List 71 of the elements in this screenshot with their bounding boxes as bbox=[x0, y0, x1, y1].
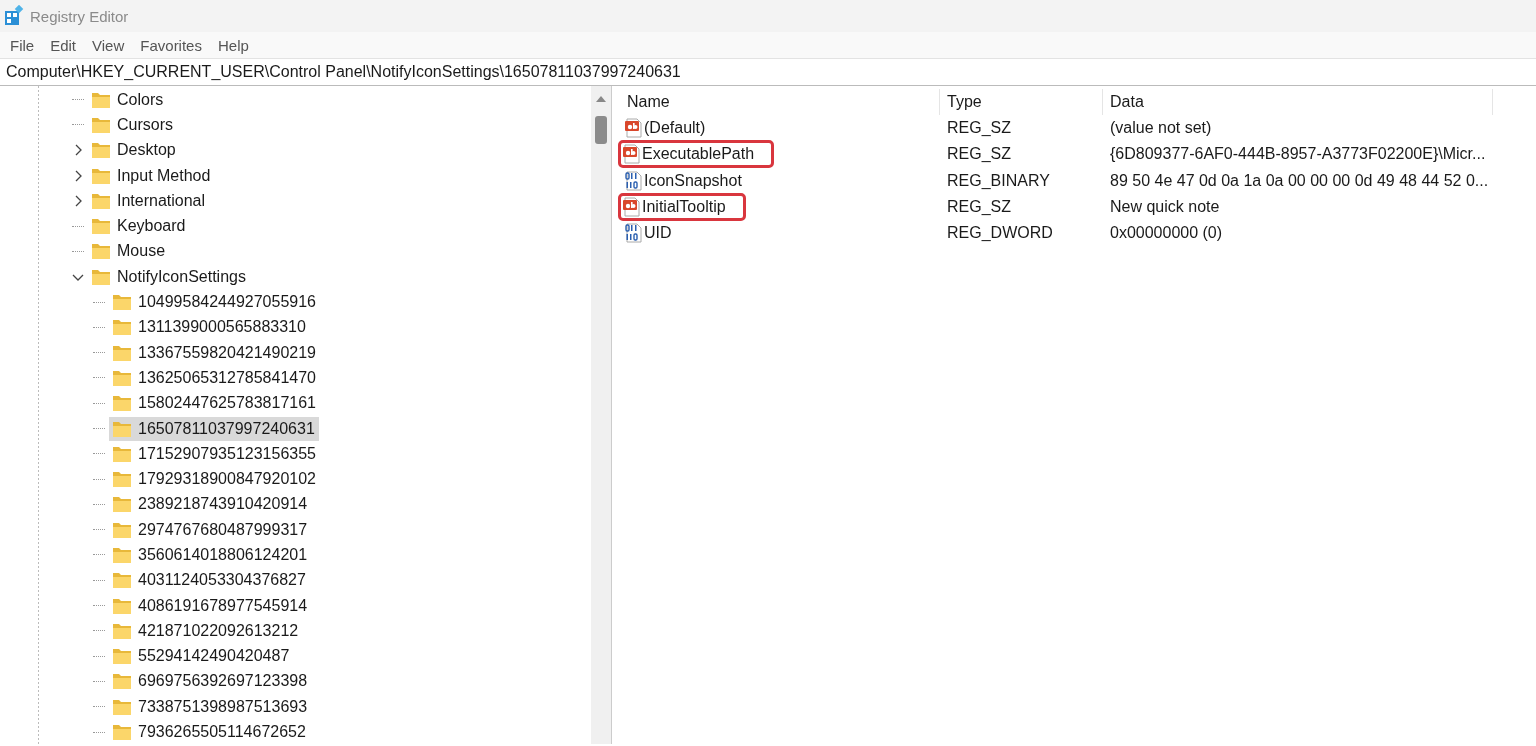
tree-item[interactable]: 7338751398987513693 bbox=[109, 694, 312, 719]
tree-item[interactable]: International bbox=[88, 188, 210, 213]
tree-item[interactable]: Cursors bbox=[88, 112, 177, 137]
table-cell-text: REG_SZ bbox=[946, 145, 1012, 164]
folder-icon bbox=[112, 393, 132, 414]
tree-item[interactable]: Keyboard bbox=[88, 214, 190, 239]
table-cell-text: (value not set) bbox=[1109, 119, 1213, 138]
table-cell-text: 89 50 4e 47 0d 0a 1a 0a 00 00 00 0d 49 48 44 52 0... bbox=[1109, 171, 1490, 190]
tree-item[interactable]: 13625065312785841470 bbox=[109, 365, 320, 390]
string-value-icon bbox=[623, 197, 640, 218]
folder-icon bbox=[112, 494, 132, 515]
string-value-icon bbox=[625, 118, 642, 139]
scroll-up-arrow-icon bbox=[595, 94, 607, 104]
binary-value-icon bbox=[625, 223, 642, 244]
tree-item[interactable]: 3560614018806124201 bbox=[109, 543, 312, 567]
folder-icon bbox=[112, 646, 132, 667]
folder-icon bbox=[112, 545, 132, 565]
menu-item[interactable]: Help bbox=[209, 36, 257, 54]
tree-item[interactable]: 55294142490420487 bbox=[109, 644, 294, 669]
column-header[interactable]: Type bbox=[940, 89, 1103, 115]
tree-item[interactable]: 4086191678977545914 bbox=[109, 593, 312, 618]
window-title: Registry Editor bbox=[30, 7, 129, 25]
address-field[interactable]: Computer\HKEY_CURRENT_USER\Control Panel\NotifyIconSettings\16507811037997240631 bbox=[0, 58, 1536, 86]
tree-item[interactable]: 2389218743910420914 bbox=[109, 492, 312, 517]
string-value-icon bbox=[623, 144, 640, 165]
table-cell-text: REG_BINARY bbox=[946, 171, 1051, 190]
tree-item[interactable]: 7936265505114672652 bbox=[109, 720, 310, 745]
column-header[interactable]: Name bbox=[620, 89, 940, 115]
tree-item[interactable]: 16507811037997240631 bbox=[109, 416, 319, 441]
table-cell-text: New quick note bbox=[1109, 198, 1221, 217]
folder-icon bbox=[91, 241, 111, 262]
folder-icon bbox=[91, 140, 111, 161]
menu-item[interactable]: Edit bbox=[42, 36, 85, 54]
table-cell-text: REG_DWORD bbox=[946, 224, 1054, 243]
tree-item[interactable]: 10499584244927055916 bbox=[109, 290, 320, 314]
menu-item[interactable]: Favorites bbox=[132, 36, 210, 54]
binary-value-icon bbox=[625, 170, 642, 191]
menu-item[interactable]: File bbox=[2, 36, 43, 54]
highlighted-value-name[interactable]: ExecutablePath bbox=[620, 142, 773, 167]
tree-item[interactable]: 2974767680487999317 bbox=[109, 517, 312, 542]
tree-item[interactable]: 17152907935123156355 bbox=[109, 441, 320, 466]
table-cell-text: REG_SZ bbox=[946, 198, 1012, 217]
tree-item[interactable]: Colors bbox=[88, 87, 168, 112]
table-cell-text: {6D809377-6AF0-444B-8957-A3773F02200E}\Micr... bbox=[1109, 145, 1487, 164]
menu-item[interactable]: View bbox=[84, 36, 133, 54]
tree-item[interactable]: Mouse bbox=[88, 239, 170, 264]
tree-item[interactable]: NotifyIconSettings bbox=[88, 264, 250, 289]
folder-icon bbox=[112, 292, 132, 312]
tree-item[interactable]: Desktop bbox=[88, 138, 180, 163]
highlighted-value-name[interactable]: InitialTooltip bbox=[620, 195, 744, 220]
scrollbar-thumb[interactable] bbox=[595, 116, 607, 144]
folder-icon bbox=[112, 722, 132, 743]
folder-icon bbox=[112, 469, 132, 490]
folder-icon bbox=[112, 570, 132, 591]
value-name[interactable]: (Default) bbox=[620, 118, 706, 139]
folder-icon bbox=[112, 317, 132, 338]
tree-item[interactable]: 6969756392697123398 bbox=[109, 669, 312, 694]
column-header[interactable]: Data bbox=[1103, 89, 1493, 115]
value-name[interactable]: IconSnapshot bbox=[620, 170, 742, 191]
tree-item[interactable]: 17929318900847920102 bbox=[109, 467, 320, 492]
tree-item[interactable]: 421871022092613212 bbox=[109, 618, 303, 643]
tree-item[interactable]: 1311399000565883310 bbox=[109, 315, 310, 340]
folder-icon bbox=[91, 216, 111, 237]
value-name[interactable]: UID bbox=[620, 223, 672, 244]
tree-item[interactable]: 15802447625783817161 bbox=[109, 391, 320, 416]
tree-item[interactable]: 4031124053304376827 bbox=[109, 568, 310, 593]
tree-item[interactable]: Input Method bbox=[88, 163, 215, 188]
tree-item[interactable]: 13367559820421490219 bbox=[109, 340, 320, 365]
table-cell-text: 0x00000000 (0) bbox=[1109, 224, 1224, 243]
folder-icon bbox=[112, 671, 132, 692]
table-cell-text: REG_SZ bbox=[946, 119, 1012, 138]
